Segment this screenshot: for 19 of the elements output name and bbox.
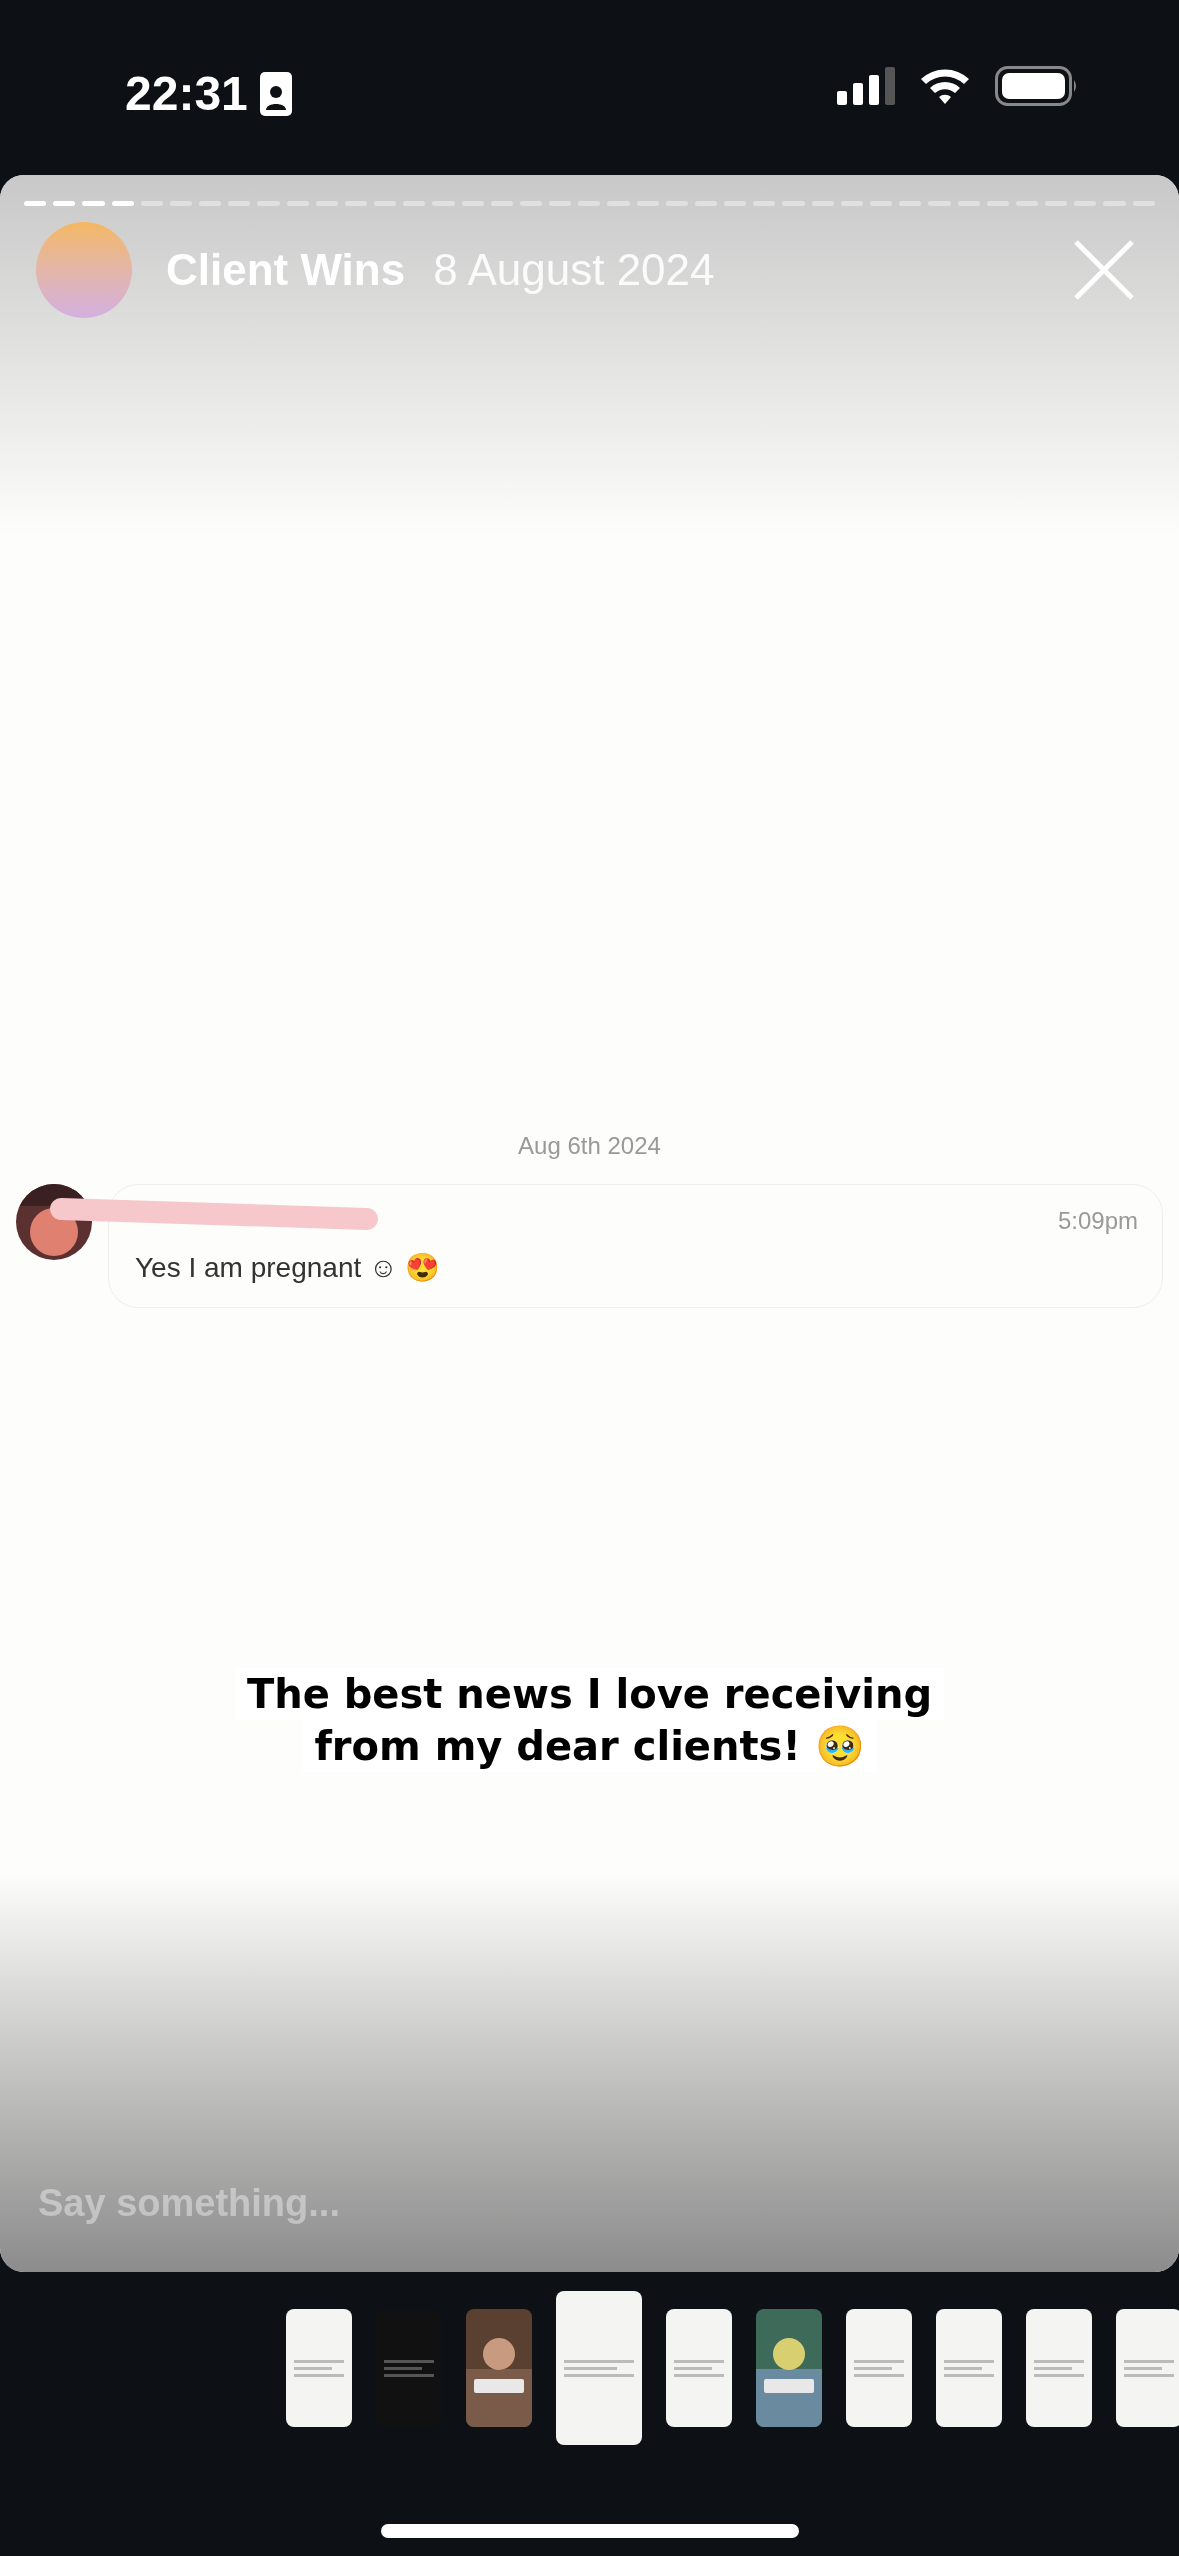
- wifi-icon: [919, 67, 971, 105]
- story-thumbnail[interactable]: [936, 2309, 1002, 2427]
- message-time: 5:09pm: [1057, 1206, 1138, 1236]
- caption-text: from my dear clients! 🥹: [302, 1720, 877, 1772]
- story-thumbnail[interactable]: [1026, 2309, 1092, 2427]
- status-time: 22:31: [125, 66, 248, 122]
- story-thumbnail[interactable]: [666, 2309, 732, 2427]
- caption-text: The best news I love receiving: [234, 1668, 945, 1720]
- signal-icon: [837, 67, 895, 105]
- close-icon[interactable]: [1073, 239, 1135, 301]
- battery-icon: [995, 66, 1079, 106]
- story-thumbnail[interactable]: [1116, 2309, 1179, 2427]
- story-thumbnail[interactable]: [846, 2309, 912, 2427]
- id-badge-icon: [259, 72, 292, 116]
- story-thumbnail[interactable]: [286, 2309, 352, 2427]
- story-thumbnail[interactable]: [376, 2309, 442, 2427]
- message-date: Aug 6th 2024: [518, 1131, 661, 1161]
- story-thumbnail[interactable]: [556, 2291, 642, 2445]
- message-text: Yes I am pregnant ☺ 😍: [135, 1251, 441, 1285]
